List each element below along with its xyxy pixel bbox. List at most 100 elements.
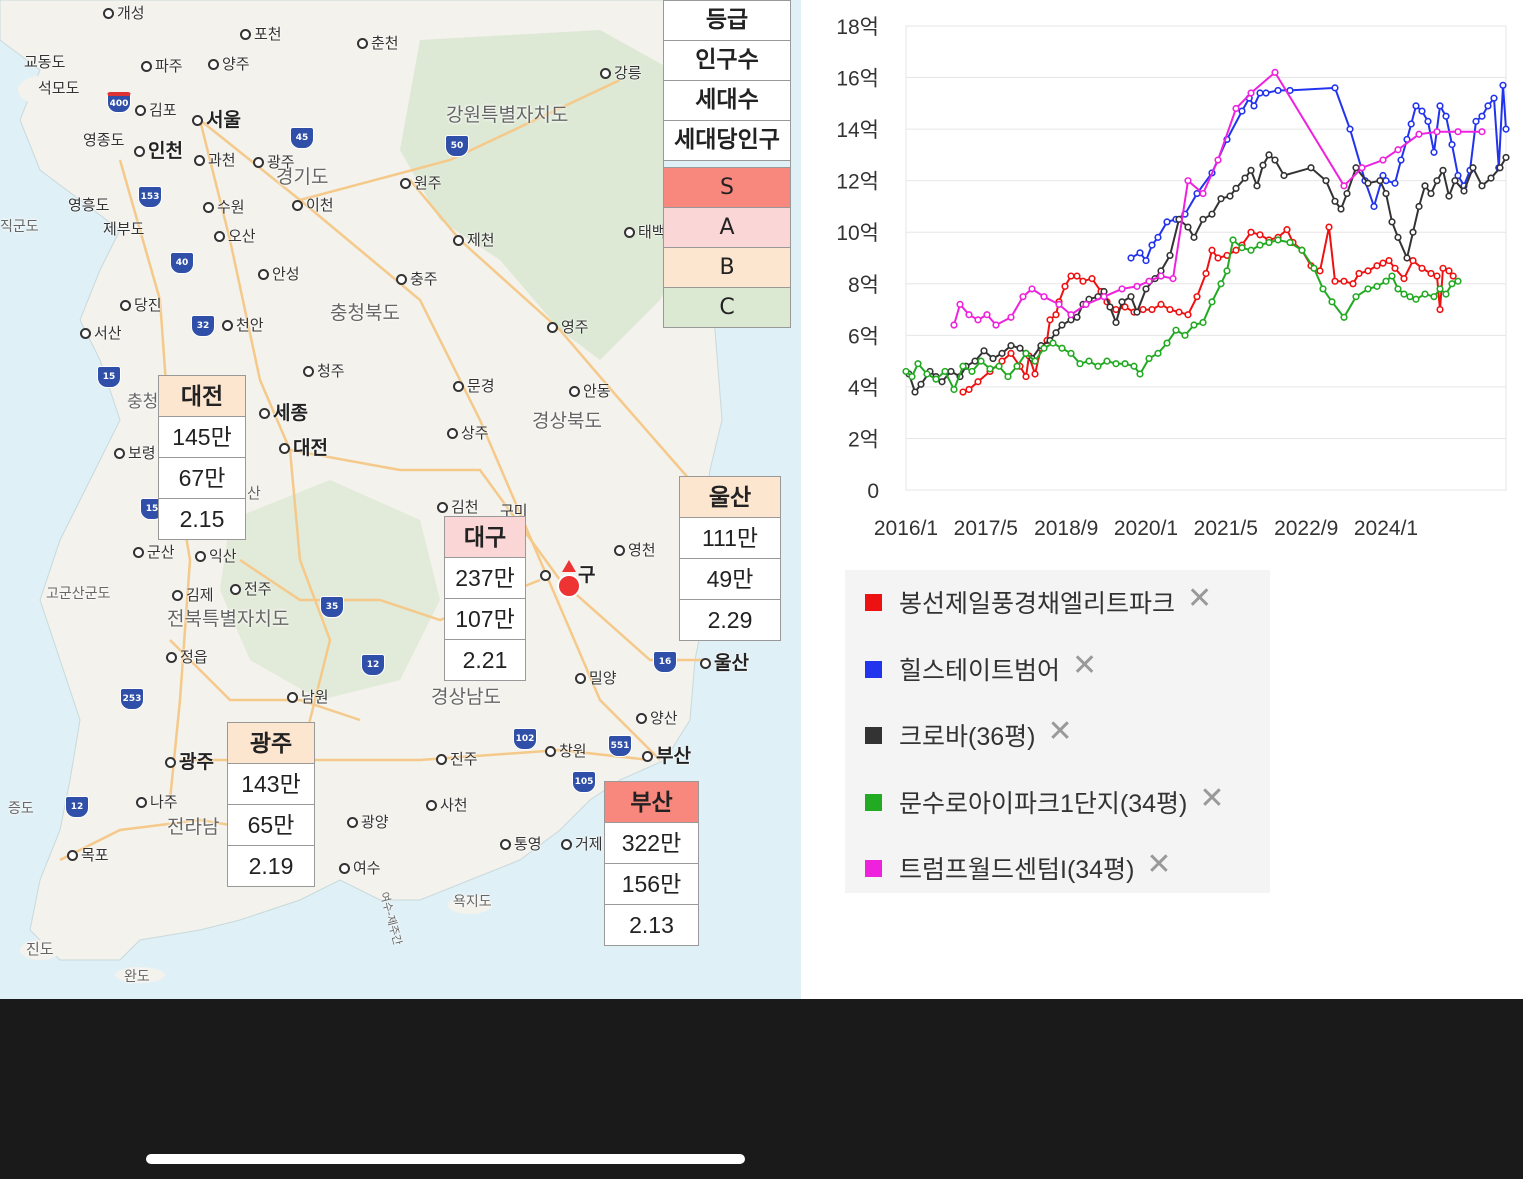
data-point (1232, 104, 1240, 113)
data-point (1391, 264, 1399, 272)
legend-label: 트럼프월드센텀I(34평) (899, 856, 1135, 884)
legend-grade-b: B (664, 248, 790, 288)
data-point (1469, 164, 1477, 172)
data-point (1460, 187, 1468, 195)
infobox-per-household: 2.15 (179, 506, 225, 532)
data-point (902, 367, 910, 376)
data-point (1061, 282, 1069, 290)
legend-swatch (865, 594, 882, 611)
home-indicator[interactable] (146, 1154, 745, 1164)
remove-series-icon[interactable]: ✕ (1047, 717, 1072, 747)
remove-series-icon[interactable]: ✕ (1146, 850, 1171, 880)
data-point (1478, 112, 1486, 120)
data-point (1340, 313, 1348, 321)
data-point (1322, 177, 1330, 185)
city-label: 서산 (80, 325, 122, 341)
data-point (1274, 236, 1282, 244)
data-point (1004, 372, 1012, 381)
remove-series-icon[interactable]: ✕ (1072, 650, 1097, 681)
data-point (1370, 202, 1378, 211)
data-point (1352, 164, 1360, 172)
infobox-per-household: 2.19 (248, 853, 294, 879)
data-point (1007, 313, 1015, 321)
city-label: 김천 (437, 499, 479, 515)
data-point (1394, 233, 1402, 241)
city-label: 상주 (447, 425, 489, 441)
city-label: 안성 (258, 266, 300, 282)
data-point (1142, 256, 1150, 265)
data-point (956, 300, 964, 309)
data-point (1388, 218, 1396, 226)
data-point (1418, 264, 1426, 272)
data-point (1208, 246, 1216, 254)
data-point (980, 347, 988, 355)
city-label: 거제 (561, 836, 603, 852)
data-point (983, 311, 991, 319)
data-point (1094, 362, 1102, 370)
remove-series-icon[interactable]: ✕ (1199, 783, 1224, 814)
infobox-population: 237만 (445, 558, 525, 599)
highway-shield: 102 (513, 728, 537, 750)
city-label: 당진 (120, 297, 162, 313)
data-point (1154, 349, 1162, 357)
data-point (1271, 68, 1279, 76)
data-point (1154, 233, 1162, 241)
data-point (917, 380, 925, 388)
data-point (1190, 321, 1198, 329)
data-point (1487, 174, 1495, 182)
data-point (1208, 298, 1216, 306)
city-label: 강릉 (600, 65, 642, 81)
korea-map[interactable]: 강원특별자치도 경기도 충청북도 충청 경상북도 산 전북특별자치도 고군산군도… (0, 0, 801, 999)
data-point (1382, 189, 1390, 198)
remove-series-icon[interactable]: ✕ (1187, 584, 1212, 614)
data-point (1283, 226, 1291, 234)
x-tick-label: 2021/5 (1194, 517, 1258, 540)
data-point (1373, 282, 1381, 290)
data-point (1157, 272, 1165, 280)
x-tick-label: 2016/1 (874, 517, 938, 540)
data-point (1169, 275, 1177, 283)
data-point (1238, 107, 1246, 115)
data-point (1217, 280, 1225, 288)
data-point (965, 311, 973, 319)
bottom-bar (0, 999, 1523, 1179)
legend-grade-a: A (664, 208, 790, 248)
data-point (1148, 241, 1156, 249)
city-label: 과천 (194, 152, 236, 168)
city-label: 안동 (569, 383, 611, 399)
region-label: 경상남도 (431, 686, 501, 708)
highway-shield: 16 (653, 651, 677, 673)
infobox-households: 49만 (680, 559, 780, 600)
data-point (1013, 362, 1021, 370)
data-point (1139, 305, 1147, 314)
data-point (1451, 177, 1459, 185)
data-point (1103, 357, 1111, 365)
highway-shield: 12 (361, 654, 385, 676)
region-label: 증도 (8, 801, 34, 817)
data-point (1142, 285, 1150, 293)
city-label: 광주 (253, 154, 295, 170)
data-point (1415, 130, 1423, 138)
data-point (1031, 370, 1039, 378)
price-line-chart: 0 2억 4억 6억 8억 10억 12억 14억 16억 18억 2016/1 2017/5 2018… (836, 16, 1510, 540)
data-point (1271, 156, 1279, 164)
data-point (1421, 182, 1429, 190)
data-point (950, 385, 958, 394)
data-point (1046, 316, 1054, 324)
city-label: 이천 (292, 197, 334, 213)
data-point (1418, 107, 1426, 115)
data-point (1496, 164, 1504, 172)
region-label: 전라남 (167, 816, 220, 838)
highway-shield: 40 (170, 252, 194, 274)
data-point (1166, 305, 1174, 314)
data-point (1388, 272, 1396, 280)
city-label: 교동도 (24, 53, 66, 71)
data-point (1364, 267, 1372, 275)
city-label: 원주 (400, 175, 442, 191)
data-point (1133, 308, 1141, 316)
data-point (1406, 293, 1414, 301)
data-point (1331, 197, 1339, 205)
location-marker[interactable] (557, 574, 581, 598)
legend-header-per-household: 세대당인구 (664, 121, 790, 161)
y-tick-label: 8억 (848, 274, 879, 297)
